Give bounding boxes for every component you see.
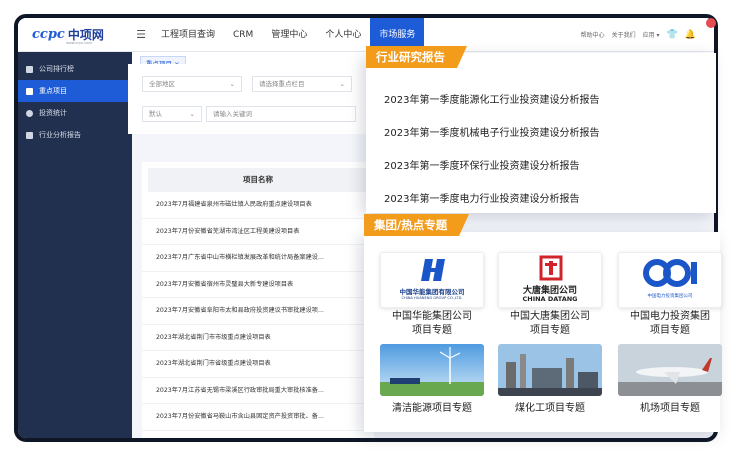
datang-caption-line2: 项目专题 [530,325,570,336]
cpi-logo-card[interactable]: 中国电力投资集团公司 [618,252,722,308]
table-row[interactable]: 2023年7月广东省中山市横栏镇发展改革和统计局备案建设... [142,245,374,272]
report-item-power[interactable]: 2023年第一季度电力行业投资建设分析报告 [384,190,579,205]
huaneng-logo-card[interactable]: 中国华能集团有限公司 CHINA HUANENG GROUP CO.,LTD. [380,252,484,308]
cpi-caption[interactable]: 中国电力投资集团 项目专题 [618,310,722,338]
clean-energy-caption[interactable]: 清洁能源项目专题 [380,402,484,416]
topics-panel: 中国华能集团有限公司 CHINA HUANENG GROUP CO.,LTD. … [364,232,722,432]
coal-chemical-caption[interactable]: 煤化工项目专题 [498,402,602,416]
project-table: 项目名称 2023年7月福建省泉州市磁灶镇人民政府重点建设项目表 2023年7月… [142,162,374,438]
column-select[interactable]: 请选择重点栏目 ⌄ [252,76,352,92]
huaneng-logo-en: CHINA HUANENG GROUP CO.,LTD. [401,296,463,300]
apps-dropdown[interactable]: 应用 ▾ [643,30,660,39]
keyword-input[interactable]: 请输入关键词 [206,106,356,122]
clean-energy-photo[interactable] [380,344,484,396]
menu-icon[interactable]: ☰ [130,28,152,41]
report-item-mechanical-electronic[interactable]: 2023年第一季度机械电子行业投资建设分析报告 [384,124,599,139]
chevron-down-icon: ⌄ [189,110,195,118]
notification-icon[interactable]: 🔔 [685,30,696,40]
column-placeholder: 请选择重点栏目 [259,80,305,88]
table-row[interactable]: 2023年湖北省荆门市市级重点建设项目表 [142,325,374,351]
region-select[interactable]: 全部地区 ⌄ [142,76,242,92]
coal-chemical-photo[interactable] [498,344,602,396]
table-row[interactable]: 2023年7月安徽省宿州市灵璧县大新专建设项目表 [142,272,374,298]
report-panel: 2023年第一季度能源化工行业投资建设分析报告 2023年第一季度机械电子行业投… [366,53,716,213]
chevron-down-icon: ⌄ [229,80,235,88]
about-link[interactable]: 关于我们 [612,30,636,39]
shirt-icon[interactable]: 👕 [667,30,678,40]
report-icon [26,131,33,139]
sort-value: 默认 [149,110,162,118]
sidebar-item-label: 投资统计 [39,109,67,117]
huaneng-caption-line1: 中国华能集团公司 [392,311,472,322]
airport-photo[interactable] [618,344,722,396]
table-row[interactable]: 2023年7月份安徽省马鞍山市含山县固定资产投资审批、备... [142,404,374,431]
logo-mark: ccpc [32,27,65,42]
nav-project-search[interactable]: 工程项目查询 [152,18,224,52]
help-link[interactable]: 帮助中心 [581,30,605,39]
nav-crm[interactable]: CRM [224,18,262,52]
nav-management[interactable]: 管理中心 [262,18,316,52]
table-row[interactable]: 2023年7月福建省泉州市磁灶镇人民政府重点建设项目表 [142,192,374,219]
sidebar-item-industry-reports[interactable]: 行业分析报告 [18,124,132,146]
huaneng-logo-icon [421,259,445,281]
cpi-logo-text: 中国电力投资集团公司 [647,294,693,299]
sidebar: 公司排行榜 重点项目 投资统计 行业分析报告 [18,52,132,438]
sidebar-item-label: 公司排行榜 [39,65,74,73]
topics-badge: 集团/热点专题 [364,214,470,236]
folder-icon [26,87,33,95]
table-header: 项目名称 [148,168,368,192]
factory-image [498,344,602,396]
nav-personal[interactable]: 个人中心 [316,18,370,52]
sidebar-item-key-projects[interactable]: 重点项目 [18,80,132,102]
sort-select[interactable]: 默认 ⌄ [142,106,202,122]
datang-logo-en: CHINA DATANG [522,295,578,303]
huaneng-caption[interactable]: 中国华能集团公司 项目专题 [380,310,484,338]
table-row[interactable]: 2023年7月江苏省无锡市梁溪区行政审批局重大审批核准备... [142,378,374,404]
logo-sub: www.ccpc.com [66,41,92,45]
report-item-energy-chemical[interactable]: 2023年第一季度能源化工行业投资建设分析报告 [384,91,599,106]
table-row[interactable]: 2023年湖北省荆门市省级重点建设项目表 [142,351,374,378]
chart-icon [26,109,33,117]
sidebar-item-label: 重点项目 [39,87,67,95]
airport-caption[interactable]: 机场项目专题 [618,402,722,416]
sidebar-item-investment-stats[interactable]: 投资统计 [18,102,132,124]
report-item-environmental[interactable]: 2023年第一季度环保行业投资建设分析报告 [384,157,579,172]
report-badge: 行业研究报告 [366,46,467,68]
region-value: 全部地区 [149,80,175,88]
airplane-image [618,344,722,396]
notification-badge [706,18,716,28]
datang-caption[interactable]: 中国大唐集团公司 项目专题 [498,310,602,338]
top-right-links: 帮助中心 关于我们 应用 ▾ 👕 🔔 [581,30,714,40]
cpi-logo-icon [643,259,697,287]
sidebar-item-label: 行业分析报告 [39,131,81,139]
chevron-down-icon: ⌄ [339,80,345,88]
huaneng-caption-line2: 项目专题 [412,325,452,336]
cpi-caption-line1: 中国电力投资集团 [630,311,710,322]
huaneng-logo-text: 中国华能集团有限公司 [399,288,465,296]
datang-caption-line1: 中国大唐集团公司 [510,311,590,322]
cpi-caption-line2: 项目专题 [650,325,690,336]
wind-turbine-image [380,344,484,396]
datang-logo-card[interactable]: 大唐集团公司 CHINA DATANG [498,252,602,308]
table-row[interactable]: 2023年7月份安徽省芜湖市湾沚区工程美建设项目表 [142,219,374,245]
ranking-icon [26,65,33,73]
sidebar-item-company-ranking[interactable]: 公司排行榜 [18,58,132,80]
table-row[interactable]: 2023年7月安徽省阜阳市太和县政府投资建议书审批建设项... [142,298,374,325]
